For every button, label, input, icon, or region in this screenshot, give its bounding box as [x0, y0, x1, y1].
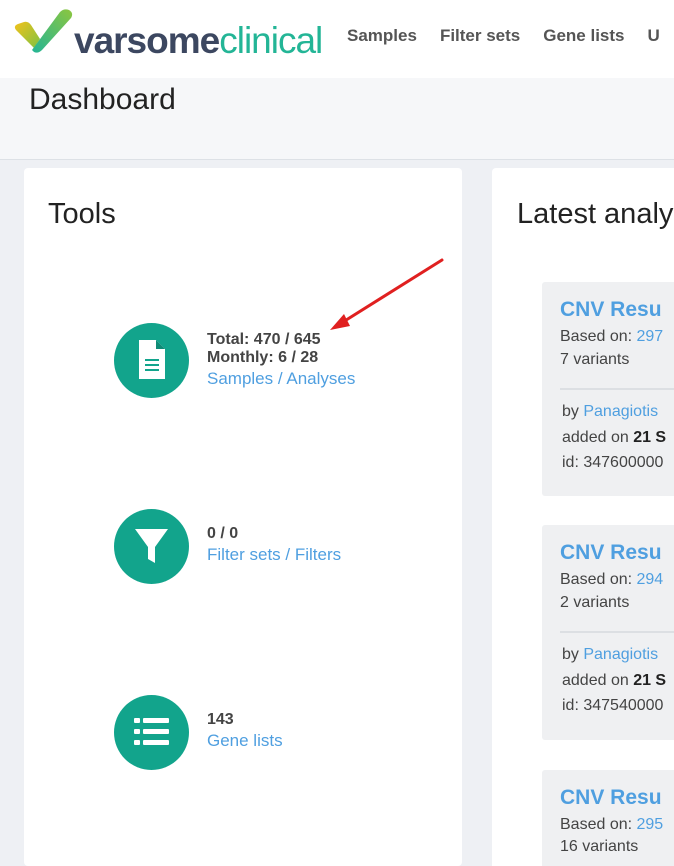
analysis-id: id: 347540000	[562, 697, 664, 714]
analysis-item[interactable]: CNV Resu Based on: 295 16 variants	[542, 770, 674, 866]
tool-gene-lists-text: 143 Gene lists	[207, 711, 283, 753]
logo-wordmark: varsomeclinical	[74, 20, 323, 62]
author-link[interactable]: Panagiotis	[583, 403, 658, 420]
analysis-based-on: Based on: 294	[560, 571, 663, 589]
analysis-variants: 2 variants	[560, 594, 630, 611]
by-label: by	[562, 646, 584, 663]
analysis-author: by Panagiotis	[562, 646, 658, 664]
analysis-title[interactable]: CNV Resu	[560, 786, 662, 810]
page-title: Dashboard	[29, 83, 176, 116]
analysis-based-on: Based on: 295	[560, 816, 663, 834]
tool-gene-lists: 143 Gene lists	[114, 695, 454, 775]
logo-text-clinical: clinical	[219, 20, 323, 61]
samples-analyses-link[interactable]: Samples / Analyses	[207, 367, 355, 391]
samples-total: Total: 470 / 645	[207, 331, 321, 348]
list-icon	[114, 695, 189, 770]
divider	[560, 388, 674, 390]
based-on-link[interactable]: 297	[637, 328, 664, 345]
added-on-label: added on	[562, 429, 634, 446]
filters-count: 0 / 0	[207, 525, 239, 542]
analysis-variants: 16 variants	[560, 838, 639, 855]
tool-samples-text: Total: 470 / 645 Monthly: 6 / 28 Samples…	[207, 331, 355, 391]
added-on-date: 21 S	[633, 429, 667, 446]
analysis-variants: 7 variants	[560, 351, 630, 368]
page-header: Dashboard	[0, 78, 674, 160]
nav-gene-lists[interactable]: Gene lists	[543, 26, 624, 46]
checkmark-logo-icon	[14, 9, 73, 53]
analysis-item[interactable]: CNV Resu Based on: 297 7 variants by Pan…	[542, 282, 674, 496]
divider	[560, 631, 674, 633]
analysis-added-on: added on 21 S	[562, 672, 666, 690]
main-nav: Samples Filter sets Gene lists U	[347, 26, 674, 46]
analysis-title[interactable]: CNV Resu	[560, 541, 662, 565]
samples-monthly: Monthly: 6 / 28	[207, 349, 319, 366]
analysis-id: id: 347600000	[562, 454, 664, 471]
tool-filters: 0 / 0 Filter sets / Filters	[114, 509, 454, 589]
latest-analyses-title: Latest analy	[517, 198, 674, 230]
analysis-item[interactable]: CNV Resu Based on: 294 2 variants by Pan…	[542, 525, 674, 740]
nav-item-truncated[interactable]: U	[648, 26, 660, 46]
analysis-added-on: added on 21 S	[562, 429, 666, 447]
tools-title: Tools	[48, 198, 116, 230]
added-on-label: added on	[562, 672, 634, 689]
based-on-link[interactable]: 294	[637, 571, 664, 588]
analysis-author: by Panagiotis	[562, 403, 658, 421]
analysis-title[interactable]: CNV Resu	[560, 298, 662, 322]
logo-text-varsome: varsome	[74, 20, 220, 61]
latest-analyses-card: Latest analy CNV Resu Based on: 297 7 va…	[492, 168, 674, 866]
analysis-based-on: Based on: 297	[560, 328, 663, 346]
nav-samples[interactable]: Samples	[347, 26, 417, 46]
filter-icon	[114, 509, 189, 584]
tool-filters-text: 0 / 0 Filter sets / Filters	[207, 525, 341, 567]
filter-sets-link[interactable]: Filter sets / Filters	[207, 543, 341, 567]
based-on-link[interactable]: 295	[637, 816, 664, 833]
tools-card: Tools Total: 470 / 645 Monthly: 6 / 28 S…	[24, 168, 462, 866]
varsome-clinical-logo[interactable]: varsomeclinical	[12, 6, 323, 61]
top-navbar: varsomeclinical Samples Filter sets Gene…	[0, 0, 674, 78]
added-on-date: 21 S	[633, 672, 667, 689]
nav-filter-sets[interactable]: Filter sets	[440, 26, 520, 46]
gene-lists-link[interactable]: Gene lists	[207, 729, 283, 753]
document-icon	[114, 323, 189, 398]
author-link[interactable]: Panagiotis	[583, 646, 658, 663]
based-on-label: Based on:	[560, 328, 637, 345]
based-on-label: Based on:	[560, 816, 637, 833]
by-label: by	[562, 403, 584, 420]
gene-lists-count: 143	[207, 711, 234, 728]
based-on-label: Based on:	[560, 571, 637, 588]
tool-samples: Total: 470 / 645 Monthly: 6 / 28 Samples…	[114, 323, 454, 403]
